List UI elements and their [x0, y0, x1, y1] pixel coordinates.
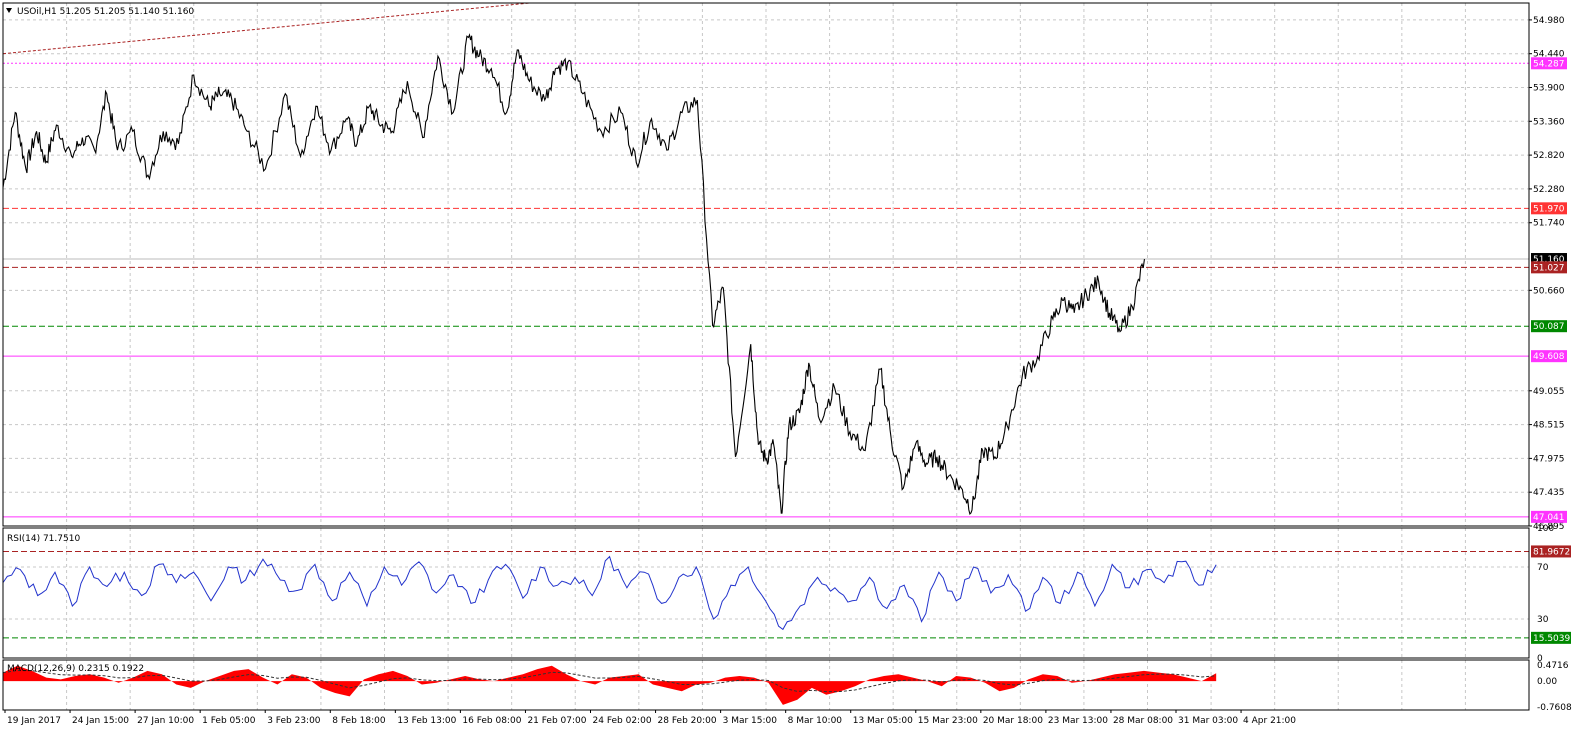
x-tick-label: 24 Feb 02:00	[593, 716, 652, 726]
y-tick-label: 53.900	[1533, 84, 1565, 94]
x-tick-label: 20 Mar 18:00	[983, 716, 1043, 726]
level-tag-label: 50.087	[1533, 322, 1565, 332]
y-tick-label: 47.435	[1533, 488, 1565, 498]
x-tick-label: 16 Feb 08:00	[462, 716, 521, 726]
x-tick-label: 3 Mar 15:00	[723, 716, 778, 726]
x-tick-label: 13 Feb 13:00	[397, 716, 456, 726]
x-tick-label: 19 Jan 2017	[7, 716, 61, 726]
rsi-tick-label: 30	[1537, 615, 1549, 625]
x-tick-label: 23 Mar 13:00	[1048, 716, 1108, 726]
x-tick-label: 8 Feb 18:00	[332, 716, 386, 726]
symbol-header: USOil,H1 51.205 51.205 51.140 51.160	[17, 7, 194, 17]
y-tick-label: 49.055	[1533, 387, 1565, 397]
macd-tick-label: 0.00	[1537, 677, 1557, 687]
x-tick-label: 3 Feb 23:00	[267, 716, 321, 726]
x-tick-label: 8 Mar 10:00	[788, 716, 843, 726]
macd-tick-label: -0.7608	[1537, 703, 1572, 713]
rsi-title: RSI(14) 71.7510	[7, 534, 80, 544]
y-tick-label: 54.980	[1533, 16, 1565, 26]
y-tick-label: 52.280	[1533, 185, 1565, 195]
level-tag-label: 51.970	[1533, 204, 1565, 214]
rsi-tick-label: 100	[1537, 524, 1554, 534]
level-tag-label: 51.027	[1533, 263, 1565, 273]
macd-tick-label: 0.4716	[1537, 661, 1569, 671]
x-tick-label: 15 Mar 23:00	[918, 716, 978, 726]
y-tick-label: 48.515	[1533, 421, 1565, 431]
x-tick-label: 13 Mar 05:00	[853, 716, 913, 726]
y-tick-label: 51.740	[1533, 219, 1565, 229]
x-tick-label: 1 Feb 05:00	[202, 716, 256, 726]
x-tick-label: 28 Mar 08:00	[1113, 716, 1173, 726]
level-tag-label: 54.287	[1533, 59, 1565, 69]
x-tick-label: 4 Apr 21:00	[1243, 716, 1296, 726]
x-tick-label: 24 Jan 15:00	[72, 716, 129, 726]
rsi-level-tag-label: 15.5039	[1533, 634, 1570, 644]
macd-title: MACD(12,26,9) 0.2315 0.1922	[7, 664, 144, 674]
y-tick-label: 53.360	[1533, 117, 1565, 127]
chart-window: 54.980 54.440 53.900 53.360 52.820 52.280 51.7…	[0, 0, 1573, 733]
x-tick-label: 27 Jan 10:00	[137, 716, 194, 726]
y-tick-label: 50.660	[1533, 286, 1565, 296]
rsi-level-tag-label: 81.9672	[1533, 547, 1570, 557]
level-tag-label: 49.608	[1533, 352, 1565, 362]
x-tick-label: 28 Feb 20:00	[658, 716, 717, 726]
rsi-tick-label: 70	[1537, 563, 1549, 573]
y-tick-label: 47.975	[1533, 454, 1565, 464]
y-tick-label: 52.820	[1533, 151, 1565, 161]
chart-canvas[interactable]: 54.98054.44053.90053.36052.82052.28051.7…	[0, 0, 1573, 733]
x-tick-label: 31 Mar 03:00	[1178, 716, 1238, 726]
level-tag-label: 47.041	[1533, 513, 1565, 523]
x-tick-label: 21 Feb 07:00	[527, 716, 586, 726]
